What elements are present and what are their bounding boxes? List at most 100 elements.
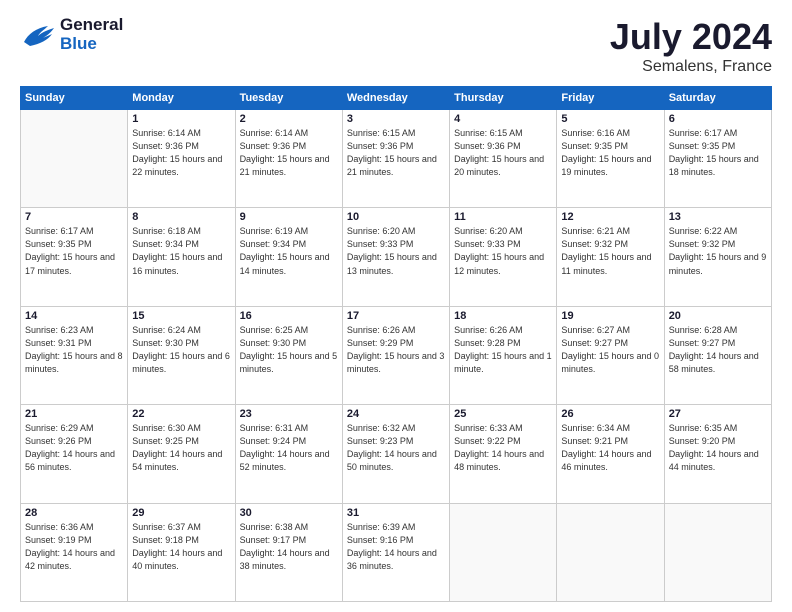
day-info: Sunrise: 6:20 AMSunset: 9:33 PMDaylight:…: [454, 225, 552, 277]
table-row: 31 Sunrise: 6:39 AMSunset: 9:16 PMDayligh…: [342, 503, 449, 601]
day-number: 25: [454, 408, 552, 420]
col-saturday: Saturday: [664, 87, 771, 110]
table-row: 1Sunrise: 6:14 AMSunset: 9:36 PMDaylight…: [128, 110, 235, 208]
table-row: 29 Sunrise: 6:37 AMSunset: 9:18 PMDayligh…: [128, 503, 235, 601]
logo: General Blue: [20, 16, 123, 53]
day-number: 29: [132, 507, 230, 519]
day-info: Sunrise: 6:36 AMSunset: 9:19 PMDaylight:…: [25, 521, 123, 573]
month-year-title: July 2024: [610, 16, 772, 58]
day-info: Sunrise: 6:17 AMSunset: 9:35 PMDaylight:…: [669, 127, 767, 179]
day-info: Sunrise: 6:29 AMSunset: 9:26 PMDaylight:…: [25, 422, 123, 474]
col-wednesday: Wednesday: [342, 87, 449, 110]
logo-name: General Blue: [60, 16, 123, 53]
day-number: 14: [25, 310, 123, 322]
table-row: 3Sunrise: 6:15 AMSunset: 9:36 PMDaylight…: [342, 110, 449, 208]
day-number: 5: [561, 113, 659, 125]
day-number: 8: [132, 211, 230, 223]
day-number: 15: [132, 310, 230, 322]
day-info: Sunrise: 6:16 AMSunset: 9:35 PMDaylight:…: [561, 127, 659, 179]
day-number: 22: [132, 408, 230, 420]
title-block: July 2024 Semalens, France: [610, 16, 772, 76]
day-info: Sunrise: 6:39 AMSunset: 9:16 PMDaylight:…: [347, 521, 445, 573]
col-friday: Friday: [557, 87, 664, 110]
day-number: 1: [132, 113, 230, 125]
day-info: Sunrise: 6:21 AMSunset: 9:32 PMDaylight:…: [561, 225, 659, 277]
day-info: Sunrise: 6:24 AMSunset: 9:30 PMDaylight:…: [132, 324, 230, 376]
calendar-week-row: 7 Sunrise: 6:17 AMSunset: 9:35 PMDaylight…: [21, 208, 772, 306]
table-row: 6 Sunrise: 6:17 AMSunset: 9:35 PMDaylight…: [664, 110, 771, 208]
day-number: 17: [347, 310, 445, 322]
col-tuesday: Tuesday: [235, 87, 342, 110]
col-thursday: Thursday: [450, 87, 557, 110]
day-number: 23: [240, 408, 338, 420]
table-row: [450, 503, 557, 601]
table-row: 2Sunrise: 6:14 AMSunset: 9:36 PMDaylight…: [235, 110, 342, 208]
day-info: Sunrise: 6:26 AMSunset: 9:28 PMDaylight:…: [454, 324, 552, 376]
day-number: 13: [669, 211, 767, 223]
col-monday: Monday: [128, 87, 235, 110]
table-row: 17Sunrise: 6:26 AMSunset: 9:29 PMDayligh…: [342, 306, 449, 404]
day-number: 6: [669, 113, 767, 125]
day-number: 20: [669, 310, 767, 322]
day-number: 2: [240, 113, 338, 125]
day-info: Sunrise: 6:34 AMSunset: 9:21 PMDaylight:…: [561, 422, 659, 474]
day-number: 28: [25, 507, 123, 519]
table-row: 25 Sunrise: 6:33 AMSunset: 9:22 PMDayligh…: [450, 405, 557, 503]
day-number: 24: [347, 408, 445, 420]
day-number: 7: [25, 211, 123, 223]
day-info: Sunrise: 6:18 AMSunset: 9:34 PMDaylight:…: [132, 225, 230, 277]
table-row: 5 Sunrise: 6:16 AMSunset: 9:35 PMDaylight…: [557, 110, 664, 208]
table-row: 20 Sunrise: 6:28 AMSunset: 9:27 PMDayligh…: [664, 306, 771, 404]
day-number: 10: [347, 211, 445, 223]
table-row: 7 Sunrise: 6:17 AMSunset: 9:35 PMDaylight…: [21, 208, 128, 306]
day-info: Sunrise: 6:35 AMSunset: 9:20 PMDaylight:…: [669, 422, 767, 474]
table-row: [664, 503, 771, 601]
page: General Blue July 2024 Semalens, France …: [0, 0, 792, 612]
table-row: 19Sunrise: 6:27 AMSunset: 9:27 PMDayligh…: [557, 306, 664, 404]
day-info: Sunrise: 6:31 AMSunset: 9:24 PMDaylight:…: [240, 422, 338, 474]
col-sunday: Sunday: [21, 87, 128, 110]
table-row: 13Sunrise: 6:22 AMSunset: 9:32 PMDayligh…: [664, 208, 771, 306]
day-info: Sunrise: 6:33 AMSunset: 9:22 PMDaylight:…: [454, 422, 552, 474]
day-info: Sunrise: 6:37 AMSunset: 9:18 PMDaylight:…: [132, 521, 230, 573]
day-number: 31: [347, 507, 445, 519]
logo-general-text: General: [60, 16, 123, 35]
calendar-table: Sunday Monday Tuesday Wednesday Thursday…: [20, 86, 772, 602]
calendar-week-row: 1Sunrise: 6:14 AMSunset: 9:36 PMDaylight…: [21, 110, 772, 208]
table-row: [21, 110, 128, 208]
table-row: 14 Sunrise: 6:23 AMSunset: 9:31 PMDayligh…: [21, 306, 128, 404]
calendar-week-row: 14 Sunrise: 6:23 AMSunset: 9:31 PMDayligh…: [21, 306, 772, 404]
table-row: 23 Sunrise: 6:31 AMSunset: 9:24 PMDayligh…: [235, 405, 342, 503]
day-info: Sunrise: 6:17 AMSunset: 9:35 PMDaylight:…: [25, 225, 123, 277]
day-info: Sunrise: 6:28 AMSunset: 9:27 PMDaylight:…: [669, 324, 767, 376]
day-info: Sunrise: 6:23 AMSunset: 9:31 PMDaylight:…: [25, 324, 123, 376]
table-row: 24Sunrise: 6:32 AMSunset: 9:23 PMDayligh…: [342, 405, 449, 503]
table-row: 15 Sunrise: 6:24 AMSunset: 9:30 PMDayligh…: [128, 306, 235, 404]
day-number: 11: [454, 211, 552, 223]
day-info: Sunrise: 6:15 AMSunset: 9:36 PMDaylight:…: [454, 127, 552, 179]
table-row: 4 Sunrise: 6:15 AMSunset: 9:36 PMDaylight…: [450, 110, 557, 208]
table-row: 27Sunrise: 6:35 AMSunset: 9:20 PMDayligh…: [664, 405, 771, 503]
table-row: 21 Sunrise: 6:29 AMSunset: 9:26 PMDayligh…: [21, 405, 128, 503]
header: General Blue July 2024 Semalens, France: [20, 16, 772, 76]
day-info: Sunrise: 6:19 AMSunset: 9:34 PMDaylight:…: [240, 225, 338, 277]
logo-blue-text: Blue: [60, 35, 123, 54]
table-row: 16 Sunrise: 6:25 AMSunset: 9:30 PMDayligh…: [235, 306, 342, 404]
calendar-week-row: 28 Sunrise: 6:36 AMSunset: 9:19 PMDayligh…: [21, 503, 772, 601]
table-row: 10 Sunrise: 6:20 AMSunset: 9:33 PMDayligh…: [342, 208, 449, 306]
day-number: 21: [25, 408, 123, 420]
day-info: Sunrise: 6:30 AMSunset: 9:25 PMDaylight:…: [132, 422, 230, 474]
table-row: 8 Sunrise: 6:18 AMSunset: 9:34 PMDaylight…: [128, 208, 235, 306]
day-info: Sunrise: 6:20 AMSunset: 9:33 PMDaylight:…: [347, 225, 445, 277]
day-number: 9: [240, 211, 338, 223]
calendar-week-row: 21 Sunrise: 6:29 AMSunset: 9:26 PMDayligh…: [21, 405, 772, 503]
logo-icon: [20, 20, 56, 50]
table-row: 28 Sunrise: 6:36 AMSunset: 9:19 PMDayligh…: [21, 503, 128, 601]
table-row: [557, 503, 664, 601]
table-row: 30Sunrise: 6:38 AMSunset: 9:17 PMDayligh…: [235, 503, 342, 601]
day-number: 16: [240, 310, 338, 322]
calendar-header-row: Sunday Monday Tuesday Wednesday Thursday…: [21, 87, 772, 110]
day-info: Sunrise: 6:15 AMSunset: 9:36 PMDaylight:…: [347, 127, 445, 179]
day-number: 4: [454, 113, 552, 125]
day-info: Sunrise: 6:25 AMSunset: 9:30 PMDaylight:…: [240, 324, 338, 376]
